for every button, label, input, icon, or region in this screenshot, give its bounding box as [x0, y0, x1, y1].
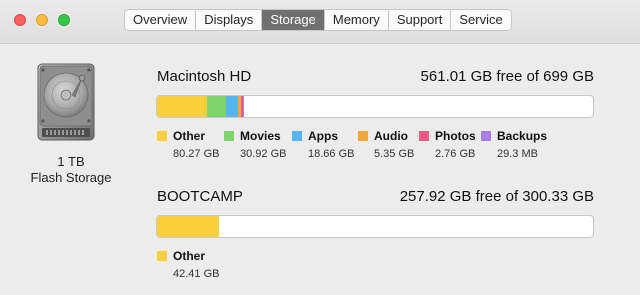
- tab-bar: Overview Displays Storage Memory Support…: [124, 9, 512, 31]
- legend-size: 29.3 MB: [497, 148, 538, 160]
- tab-support[interactable]: Support: [388, 10, 452, 30]
- legend-label: Photos: [435, 129, 476, 143]
- storage-type: Flash Storage: [30, 170, 112, 185]
- volume-name: BOOTCAMP: [157, 188, 243, 205]
- volume-name: Macintosh HD: [157, 68, 252, 85]
- swatch-other: [157, 251, 167, 261]
- legend-size: 80.27 GB: [173, 148, 220, 160]
- legend-label: Backups: [497, 129, 548, 143]
- tab-service[interactable]: Service: [451, 10, 511, 30]
- volume-free-space: 257.92 GB free of 300.33 GB: [399, 188, 594, 205]
- legend-label: Other: [173, 249, 206, 263]
- storage-usage-bar: [156, 215, 594, 238]
- volume-free-space: 561.01 GB free of 699 GB: [420, 68, 594, 85]
- zoom-button[interactable]: [58, 14, 70, 26]
- legend-label: Other: [173, 129, 206, 143]
- tab-overview[interactable]: Overview: [125, 10, 197, 30]
- legend-label: Apps: [308, 129, 338, 143]
- swatch-apps: [292, 131, 302, 141]
- title-bar: Overview Displays Storage Memory Support…: [0, 0, 640, 44]
- storage-capacity: 1 TB: [57, 154, 85, 169]
- hard-drive-icon: [37, 63, 95, 141]
- swatch-photos: [419, 131, 429, 141]
- storage-usage-bar: [156, 95, 594, 118]
- swatch-backups: [481, 131, 491, 141]
- usage-segment-other: [157, 216, 219, 237]
- legend-size: 18.66 GB: [308, 148, 355, 160]
- legend-label: Audio: [374, 129, 408, 143]
- usage-segment-movies: [207, 96, 227, 117]
- swatch-movies: [224, 131, 234, 141]
- legend-label: Movies: [240, 129, 281, 143]
- legend-size: 30.92 GB: [240, 148, 287, 160]
- legend-size: 2.76 GB: [435, 148, 476, 160]
- legend-size: 5.35 GB: [374, 148, 415, 160]
- close-button[interactable]: [14, 14, 26, 26]
- tab-memory[interactable]: Memory: [324, 10, 389, 30]
- tab-storage[interactable]: Storage: [262, 10, 325, 30]
- tab-displays[interactable]: Displays: [196, 10, 263, 30]
- usage-segment-other: [157, 96, 208, 117]
- swatch-audio: [358, 131, 368, 141]
- swatch-other: [157, 131, 167, 141]
- minimize-button[interactable]: [36, 14, 48, 26]
- legend-size: 42.41 GB: [173, 268, 220, 280]
- usage-segment-apps: [226, 96, 238, 117]
